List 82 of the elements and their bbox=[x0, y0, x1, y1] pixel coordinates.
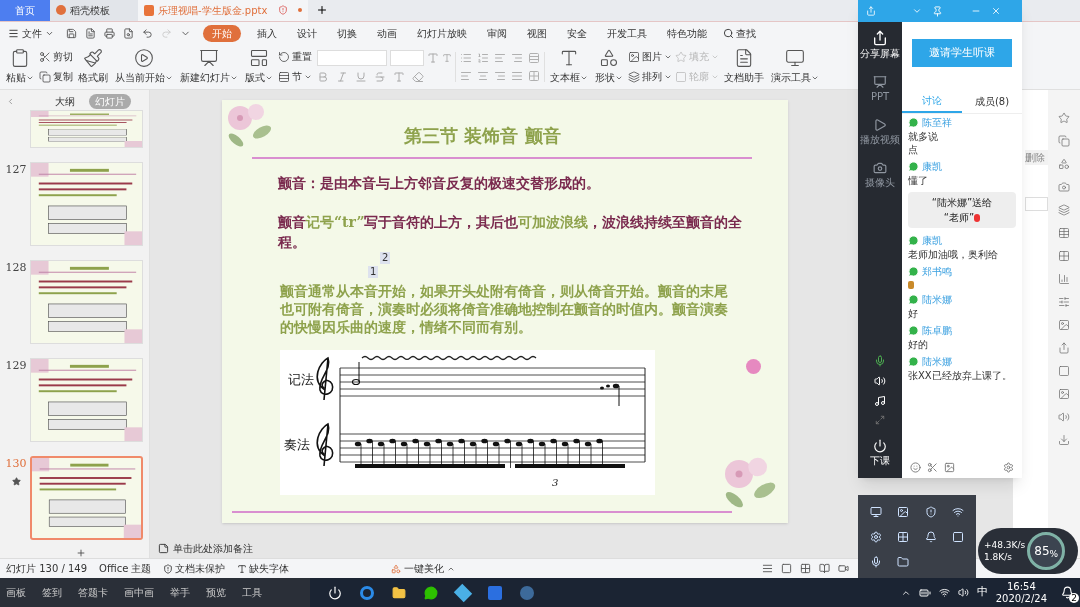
ribbon-button[interactable]: 形状 bbox=[593, 48, 625, 85]
animation-marker: 1 bbox=[368, 266, 379, 278]
ribbon-small-button[interactable]: 复制 bbox=[39, 69, 73, 84]
notification-count: 2 bbox=[1069, 593, 1079, 603]
sender-name: 康凯 bbox=[922, 160, 942, 174]
gift-text: “陆米娜”送给 bbox=[931, 196, 993, 210]
panel-tab[interactable]: 大纲 bbox=[49, 94, 81, 109]
sender-name: 陆米娜 bbox=[922, 293, 952, 307]
upload-speed: +48.3K/s bbox=[984, 539, 1026, 551]
menu-tab[interactable]: 幻灯片放映 bbox=[413, 25, 471, 41]
document-tab[interactable]: 首页 bbox=[0, 0, 50, 21]
menu-tab[interactable]: 审阅 bbox=[483, 25, 511, 41]
menu-tab[interactable]: 安全 bbox=[563, 25, 591, 41]
menu-tab[interactable]: 动画 bbox=[373, 25, 401, 41]
ribbon-button[interactable]: 格式刷 bbox=[76, 48, 110, 85]
menu-tab[interactable]: 特色功能 bbox=[663, 25, 711, 41]
slide-number: 129 bbox=[5, 358, 27, 374]
input-method[interactable]: 中 bbox=[976, 584, 988, 601]
theme-name: Office 主题 bbox=[99, 562, 152, 576]
menu-tab[interactable]: 切换 bbox=[333, 25, 361, 41]
slide-title: 第三节 装饰音 颤音 bbox=[404, 124, 562, 148]
message-text: 好 bbox=[908, 307, 919, 320]
file-menu[interactable]: 文件 bbox=[8, 25, 54, 41]
menu-tab[interactable]: 设计 bbox=[293, 25, 321, 41]
slide-paragraph: 颤音记号“tr”写于音符的上方，其后也可加波浪线，波浪线持续至颤音的全程。 bbox=[278, 213, 744, 252]
class-tool-button[interactable]: 预览 bbox=[206, 585, 226, 600]
search-button[interactable]: 查找 bbox=[723, 25, 756, 41]
score-label: 奏法 bbox=[284, 437, 310, 452]
sender-name: 陈至祥 bbox=[922, 116, 952, 130]
ribbon-button[interactable]: 演示工具 bbox=[769, 48, 821, 85]
gift-text: “老师” bbox=[943, 211, 975, 225]
ribbon-button[interactable]: 新建幻灯片 bbox=[178, 48, 240, 85]
menu-tab[interactable]: 开发工具 bbox=[603, 25, 651, 41]
slide-number: 127 bbox=[5, 162, 27, 178]
ribbon-small-button[interactable]: 节 bbox=[278, 69, 312, 84]
sender-name: 陆米娜 bbox=[922, 355, 952, 369]
clock-time: 16:54 bbox=[1006, 580, 1036, 593]
menu-tab[interactable]: 插入 bbox=[253, 25, 281, 41]
class-tool-button[interactable]: 画板 bbox=[6, 585, 26, 600]
class-tool-button[interactable]: 画中画 bbox=[124, 585, 154, 600]
class-tool-button[interactable]: 答题卡 bbox=[78, 585, 108, 600]
class-tool-button[interactable]: 工具 bbox=[242, 585, 262, 600]
ribbon-small-button[interactable]: 重置 bbox=[278, 49, 312, 64]
missing-fonts-button[interactable]: 缺失字体 bbox=[237, 561, 290, 576]
animation-marker: 2 bbox=[380, 252, 391, 264]
share-screen-button[interactable]: 分享屏幕 bbox=[860, 30, 900, 61]
ribbon-button[interactable]: 文本框 bbox=[548, 48, 590, 85]
slide-definition: 颤音：是由本音与上方邻音反复的极速交替形成的。 bbox=[278, 174, 601, 193]
sender-name: 康凯 bbox=[922, 234, 942, 248]
message-text: 好的 bbox=[908, 338, 929, 351]
slide-number: 128 bbox=[5, 260, 27, 276]
ribbon-button[interactable]: 文档助手 bbox=[722, 48, 766, 85]
message-text: 就多说 bbox=[908, 130, 939, 143]
ribbon-small-button[interactable]: 剪切 bbox=[39, 49, 73, 64]
message-text: 张XX已经放弃上课了。 bbox=[908, 369, 1013, 382]
score-label: 记法 bbox=[288, 372, 314, 387]
class-tool-button[interactable]: 举手 bbox=[170, 585, 190, 600]
slide-counter: 幻灯片 130 / 149 bbox=[6, 562, 88, 576]
slide-description: 颤音通常从本音开始，如果开头处附有倚音，则从倚音开始。颤音的末尾也可附有倚音，演奏时必须将倚音准确地控制在颤音的时值内。颤音演奏的快慢因乐曲的速度，情绪不同而有别。 bbox=[280, 282, 729, 336]
clock-date: 2020/2/24 bbox=[995, 592, 1047, 605]
slide-number: 130 bbox=[5, 456, 27, 472]
message-text: 懂了 bbox=[908, 174, 929, 187]
sender-name: 郑书鸣 bbox=[922, 265, 952, 279]
ribbon-button[interactable]: 版式 bbox=[243, 48, 275, 85]
message-text: 点 bbox=[908, 143, 919, 156]
menu-tab[interactable]: 视图 bbox=[523, 25, 551, 41]
ribbon-small-button[interactable]: 排列 bbox=[628, 69, 672, 84]
ribbon-button[interactable]: 粘贴 bbox=[4, 48, 36, 85]
message-text: 老师加油哦，奥利给 bbox=[908, 248, 999, 261]
download-speed: 1.8K/s bbox=[984, 551, 1013, 563]
notes-placeholder[interactable]: 单击此处添加备注 bbox=[173, 540, 253, 556]
beautify-button[interactable]: 一键美化 bbox=[391, 561, 456, 576]
protection-status[interactable]: 文档未保护 bbox=[163, 561, 226, 576]
end-class-button[interactable]: 下课 bbox=[870, 439, 890, 468]
triplet-number: 3 bbox=[552, 477, 559, 488]
chat-tab[interactable]: 成员(8) bbox=[962, 93, 1022, 113]
ribbon-button[interactable]: 从当前开始 bbox=[113, 48, 175, 85]
memory-gauge: 85$_{%}$ bbox=[1027, 532, 1066, 570]
class-tool-button[interactable]: 签到 bbox=[42, 585, 62, 600]
document-tab[interactable]: 稻壳模板 bbox=[50, 0, 138, 21]
sender-name: 陈卓鹏 bbox=[922, 324, 952, 338]
ribbon-small-button[interactable]: 图片 bbox=[628, 49, 672, 64]
